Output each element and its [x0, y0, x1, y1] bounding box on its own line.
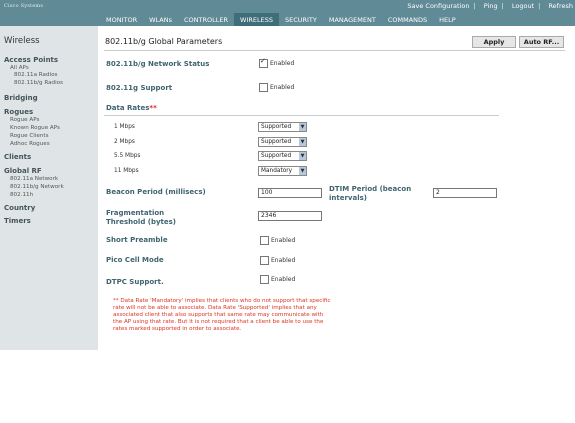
logout-link[interactable]: Logout: [512, 2, 534, 10]
nav-monitor[interactable]: MONITOR: [100, 13, 143, 26]
dtim-period-label-line2: intervals): [329, 194, 367, 202]
sidebar-rogues[interactable]: Rogues: [4, 108, 33, 116]
support-checkbox[interactable]: [259, 83, 268, 92]
page-title: 802.11b/g Global Parameters: [105, 37, 223, 46]
nav-security[interactable]: SECURITY: [279, 13, 323, 26]
dtim-period-label-line1: DTIM Period (beacon: [329, 185, 412, 193]
cisco-logo: Cisco Systems: [4, 3, 44, 9]
chevron-down-icon: ▼: [299, 138, 306, 146]
chevron-down-icon: ▼: [299, 167, 306, 175]
sidebar-known-rogue-aps[interactable]: Known Rogue APs: [10, 125, 60, 131]
rate-select-1[interactable]: Supported ▼: [258, 122, 307, 132]
save-configuration-link[interactable]: Save Configuration: [407, 2, 469, 10]
sidebar-rogue-aps[interactable]: Rogue APs: [10, 117, 39, 123]
nav-management[interactable]: MANAGEMENT: [323, 13, 382, 26]
sidebar-title: Wireless: [4, 36, 40, 46]
sidebar-net-a[interactable]: 802.11a Network: [10, 176, 58, 182]
pico-cell-enabled-text: Enabled: [271, 257, 296, 264]
sidebar-country[interactable]: Country: [4, 204, 35, 212]
nav-commands[interactable]: COMMANDS: [382, 13, 433, 26]
apply-button[interactable]: Apply: [472, 36, 516, 48]
auto-rf-button[interactable]: Auto RF...: [519, 36, 564, 48]
short-preamble-enabled-text: Enabled: [271, 237, 296, 244]
sidebar: Wireless Access Points All APs 802.11a R…: [0, 26, 98, 350]
short-preamble-checkbox[interactable]: [260, 236, 269, 245]
network-status-enabled-text: Enabled: [270, 60, 295, 67]
rate-label-1: 1 Mbps: [114, 124, 135, 130]
fragmentation-threshold-input[interactable]: 2346: [258, 211, 322, 221]
dtpc-support-enabled-text: Enabled: [271, 276, 296, 283]
sidebar-rogue-clients[interactable]: Rogue Clients: [10, 133, 48, 139]
dtpc-support-label: DTPC Support.: [106, 278, 164, 286]
sidebar-radios-a[interactable]: 802.11a Radios: [14, 72, 57, 78]
fragmentation-label-line1: Fragmentation: [106, 209, 165, 217]
refresh-link[interactable]: Refresh: [548, 2, 573, 10]
data-rates-divider: [104, 115, 499, 116]
sidebar-clients[interactable]: Clients: [4, 153, 31, 161]
dtpc-support-checkbox[interactable]: [260, 275, 269, 284]
chevron-down-icon: ▼: [299, 152, 306, 160]
fragmentation-label-line2: Threshold (bytes): [106, 218, 176, 226]
data-rate-footnote: ** Data Rate 'Mandatory' implies that cl…: [113, 298, 331, 332]
dtim-period-input[interactable]: 2: [433, 188, 497, 198]
sidebar-access-points[interactable]: Access Points: [4, 56, 58, 64]
nav-controller[interactable]: CONTROLLER: [178, 13, 234, 26]
rate-label-2: 2 Mbps: [114, 139, 135, 145]
pico-cell-label: Pico Cell Mode: [106, 256, 164, 264]
short-preamble-label: Short Preamble: [106, 236, 168, 244]
support-label: 802.11g Support: [106, 84, 173, 92]
sidebar-radios-bg[interactable]: 802.11b/g Radios: [14, 80, 63, 86]
data-rates-label: Data Rates**: [106, 104, 157, 112]
beacon-period-input[interactable]: 100: [258, 188, 322, 198]
nav-wlans[interactable]: WLANs: [143, 13, 178, 26]
sidebar-adhoc-rogues[interactable]: Adhoc Rogues: [10, 141, 50, 147]
network-status-checkbox[interactable]: [259, 57, 268, 68]
top-links: Save Configuration | Ping | Logout | Refres…: [407, 2, 573, 10]
main-nav: MONITOR WLANs CONTROLLER WIRELESS SECURI…: [100, 13, 462, 26]
sidebar-net-h[interactable]: 802.11h: [10, 192, 33, 198]
support-enabled-text: Enabled: [270, 84, 295, 91]
rate-select-3[interactable]: Supported ▼: [258, 151, 307, 161]
sidebar-net-bg[interactable]: 802.11b/g Network: [10, 184, 64, 190]
sidebar-bridging[interactable]: Bridging: [4, 94, 38, 102]
ping-link[interactable]: Ping: [484, 2, 498, 10]
nav-help[interactable]: HELP: [433, 13, 462, 26]
rate-label-4: 11 Mbps: [114, 168, 139, 174]
rate-select-2[interactable]: Supported ▼: [258, 137, 307, 147]
top-bar: Cisco Systems Save Configuration | Ping | …: [0, 0, 575, 26]
chevron-down-icon: ▼: [299, 123, 306, 131]
sidebar-timers[interactable]: Timers: [4, 217, 31, 225]
title-divider: [104, 50, 565, 51]
network-status-label: 802.11b/g Network Status: [106, 60, 210, 68]
rate-select-4[interactable]: Mandatory ▼: [258, 166, 307, 176]
pico-cell-checkbox[interactable]: [260, 256, 269, 265]
sidebar-all-aps[interactable]: All APs: [10, 65, 29, 71]
nav-wireless[interactable]: WIRELESS: [234, 13, 279, 26]
sidebar-global-rf[interactable]: Global RF: [4, 167, 42, 175]
rate-label-3: 5.5 Mbps: [114, 153, 141, 159]
beacon-period-label: Beacon Period (millisecs): [106, 188, 206, 196]
